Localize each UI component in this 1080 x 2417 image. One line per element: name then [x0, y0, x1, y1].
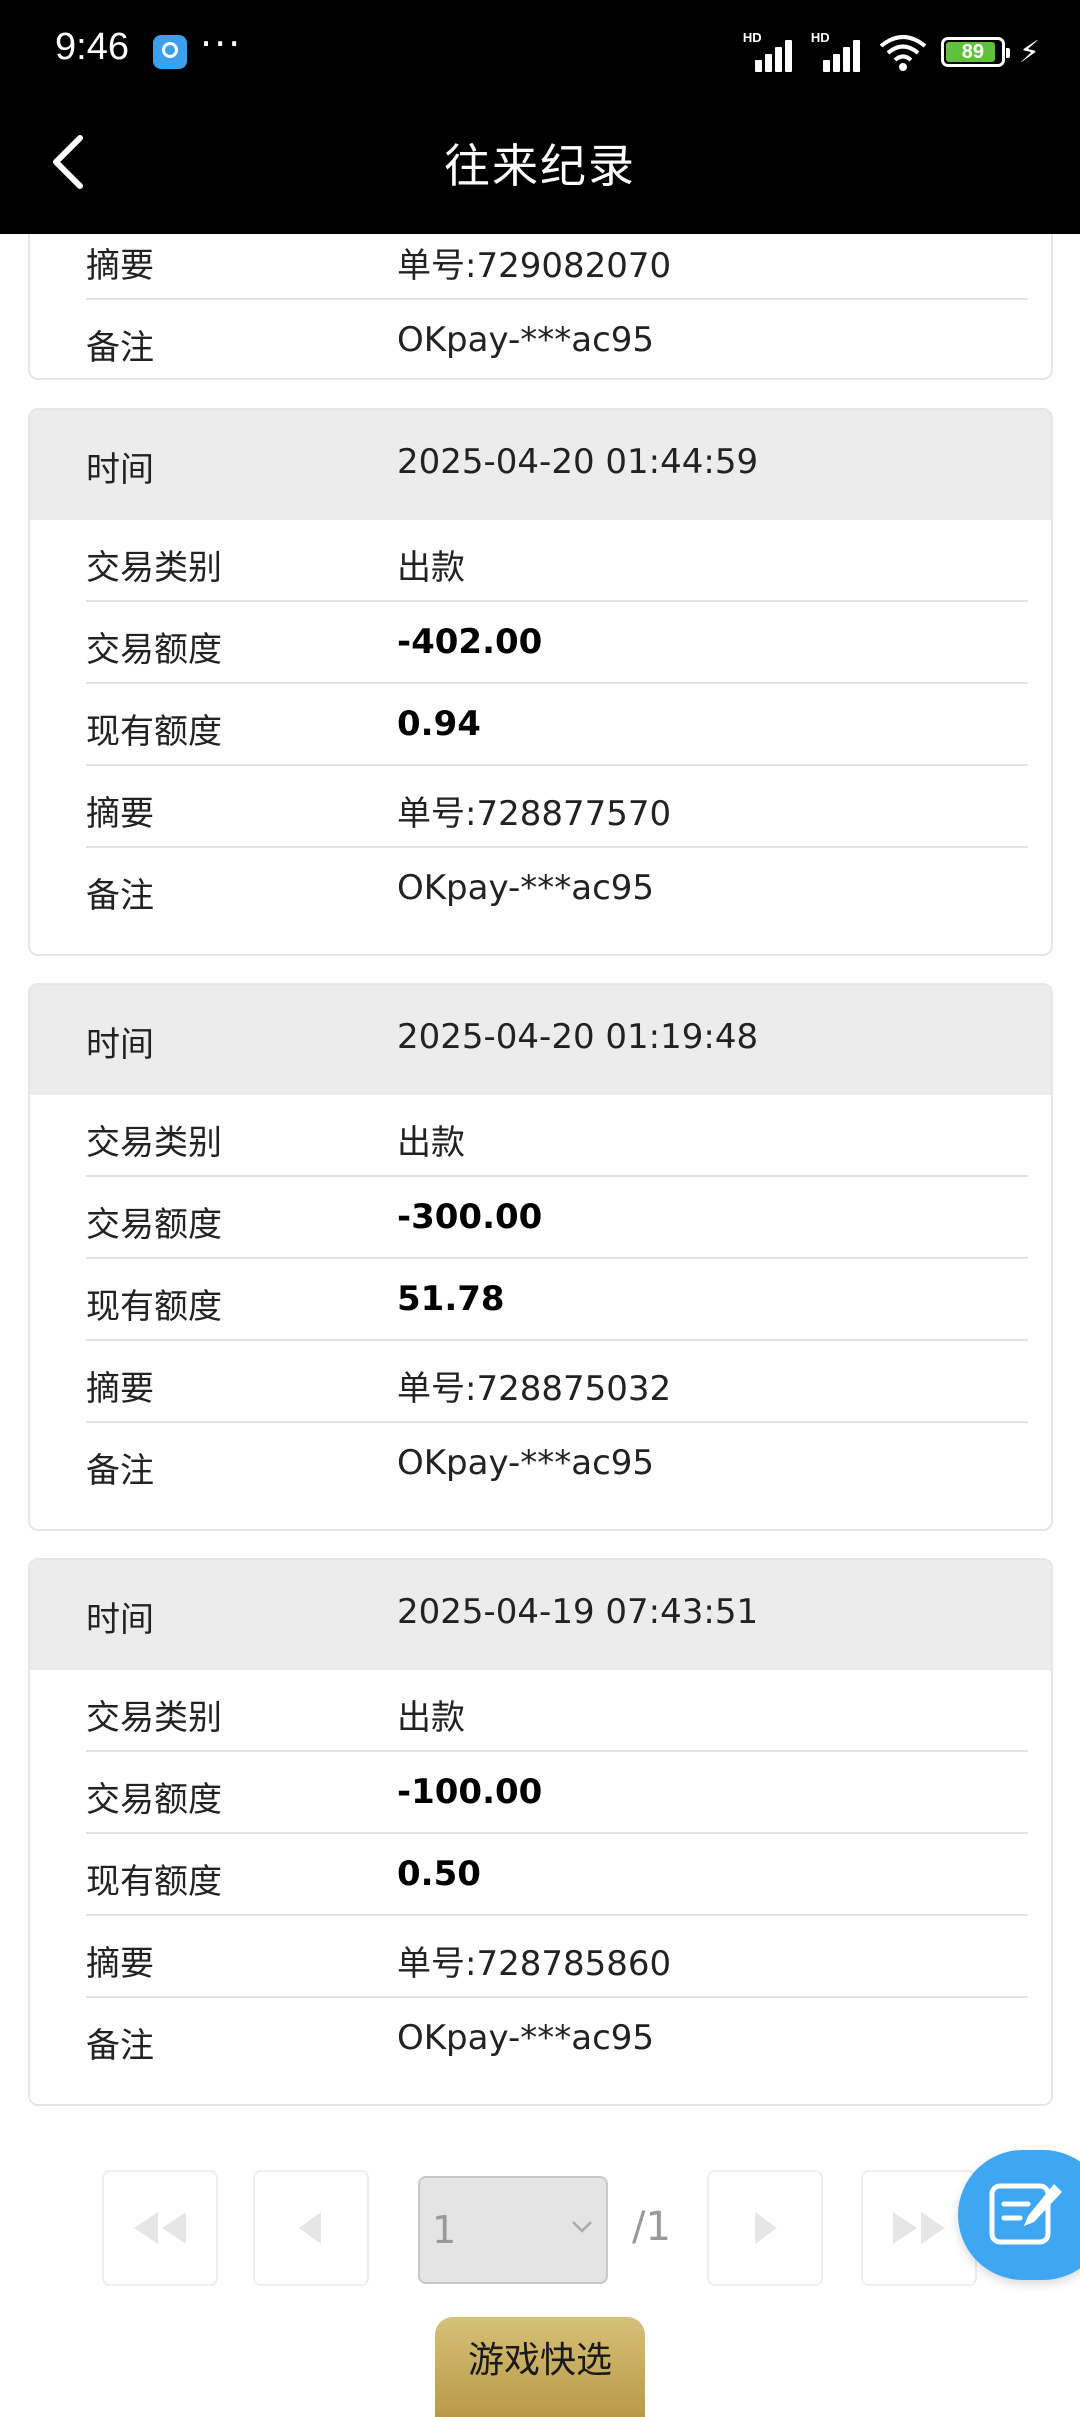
- record-time-row: 时间 2025-04-20 01:44:59: [30, 410, 1051, 520]
- note-value: OKpay-***ac95: [397, 1443, 655, 1483]
- page-title: 往来纪录: [444, 139, 636, 193]
- type-value: 出款: [397, 548, 465, 588]
- first-page-button[interactable]: [102, 2170, 218, 2286]
- balance-row: 现有额度 0.50: [30, 1834, 1051, 1916]
- summary-label: 摘要: [86, 794, 154, 834]
- game-quick-select-button[interactable]: 游戏快选: [435, 2317, 645, 2417]
- summary-value: 单号:728785860: [397, 1944, 672, 1984]
- record-card: 时间 2025-04-20 01:19:48 交易类别 出款 交易额度 -300…: [28, 983, 1053, 1531]
- summary-row: 摘要 单号:728785860: [30, 1916, 1051, 1998]
- status-icons: HD HD 89 ⚡: [743, 30, 1040, 74]
- balance-label: 现有额度: [86, 1862, 222, 1902]
- summary-label: 摘要: [86, 246, 154, 286]
- note-row: 备注 OKpay-***ac95: [30, 848, 1051, 930]
- amount-value: -100.00: [397, 1772, 543, 1812]
- note-row: 备注 OKpay-***ac95: [30, 1423, 1051, 1505]
- time-label: 时间: [86, 450, 154, 490]
- summary-label: 摘要: [86, 1369, 154, 1409]
- charging-icon: ⚡: [1018, 34, 1040, 70]
- type-row: 交易类别 出款: [30, 520, 1051, 602]
- record-card: 时间 2025-04-20 01:44:59 交易类别 出款 交易额度 -402…: [28, 408, 1053, 956]
- time-value: 2025-04-20 01:44:59: [397, 442, 759, 482]
- summary-value: 单号:729082070: [397, 246, 672, 286]
- signal-icon: HD: [742, 30, 797, 72]
- signal-type-label: HD: [810, 30, 830, 45]
- next-page-button[interactable]: [707, 2170, 823, 2286]
- type-row: 交易类别 出款: [30, 1670, 1051, 1752]
- edit-note-icon: [989, 2183, 1062, 2245]
- type-label: 交易类别: [86, 548, 222, 588]
- notification-app-icon: [153, 35, 187, 69]
- summary-label: 摘要: [86, 1944, 154, 1984]
- amount-row: 交易额度 -100.00: [30, 1752, 1051, 1834]
- note-label: 备注: [86, 2026, 154, 2066]
- amount-label: 交易额度: [86, 630, 222, 670]
- note-label: 备注: [86, 328, 154, 368]
- record-time-row: 时间 2025-04-19 07:43:51: [30, 1560, 1051, 1670]
- type-value: 出款: [397, 1123, 465, 1163]
- status-time: 9:46: [55, 26, 129, 68]
- type-value: 出款: [397, 1698, 465, 1738]
- chevron-down-icon: [572, 2221, 592, 2233]
- balance-value: 51.78: [397, 1279, 505, 1319]
- battery-icon: 89: [940, 37, 1010, 67]
- nav-header: 往来纪录: [0, 104, 1080, 234]
- double-chevron-left-icon: [134, 2212, 186, 2244]
- note-row: 备注 OKpay-***ac95: [30, 300, 1051, 378]
- record-time-row: 时间 2025-04-20 01:19:48: [30, 985, 1051, 1095]
- amount-row: 交易额度 -300.00: [30, 1177, 1051, 1259]
- amount-label: 交易额度: [86, 1780, 222, 1820]
- amount-row: 交易额度 -402.00: [30, 602, 1051, 684]
- balance-value: 0.50: [397, 1854, 481, 1894]
- amount-label: 交易额度: [86, 1205, 222, 1245]
- summary-row: 摘要 单号:728875032: [30, 1341, 1051, 1423]
- time-label: 时间: [86, 1600, 154, 1640]
- summary-value: 单号:728877570: [397, 794, 672, 834]
- battery-level: 89: [961, 40, 985, 63]
- double-chevron-right-icon: [893, 2212, 945, 2244]
- status-bar: 9:46 ··· HD HD 89 ⚡: [0, 0, 1080, 104]
- pagination: 1 /1: [0, 2170, 1080, 2290]
- time-label: 时间: [86, 1025, 154, 1065]
- balance-label: 现有额度: [86, 712, 222, 752]
- note-row: 备注 OKpay-***ac95: [30, 1998, 1051, 2080]
- page-select[interactable]: 1: [418, 2176, 608, 2284]
- edit-fab-button[interactable]: [958, 2150, 1080, 2280]
- note-label: 备注: [86, 1451, 154, 1491]
- chevron-right-icon: [755, 2212, 777, 2244]
- balance-value: 0.94: [397, 704, 481, 744]
- prev-page-button[interactable]: [253, 2170, 369, 2286]
- top-bar: 9:46 ··· HD HD 89 ⚡ 往来纪录: [0, 0, 1080, 234]
- record-card: 时间 2025-04-19 07:43:51 交易类别 出款 交易额度 -100…: [28, 1558, 1053, 2106]
- type-label: 交易类别: [86, 1698, 222, 1738]
- time-value: 2025-04-19 07:43:51: [397, 1592, 759, 1632]
- balance-row: 现有额度 0.94: [30, 684, 1051, 766]
- summary-row: 摘要 单号:728877570: [30, 766, 1051, 848]
- type-label: 交易类别: [86, 1123, 222, 1163]
- type-row: 交易类别 出款: [30, 1095, 1051, 1177]
- wifi-icon: [879, 35, 927, 71]
- balance-row: 现有额度 51.78: [30, 1259, 1051, 1341]
- signal-type-label: HD: [742, 30, 762, 45]
- note-value: OKpay-***ac95: [397, 868, 655, 908]
- amount-value: -300.00: [397, 1197, 543, 1237]
- note-value: OKpay-***ac95: [397, 2018, 655, 2058]
- summary-value: 单号:728875032: [397, 1369, 672, 1409]
- more-notifications-icon: ···: [200, 22, 243, 66]
- page-select-value: 1: [432, 2208, 457, 2252]
- signal-icon: HD: [810, 30, 865, 72]
- records-list: 摘要 单号:729082070 备注 OKpay-***ac95 时间 2025…: [0, 0, 1080, 2417]
- balance-label: 现有额度: [86, 1287, 222, 1327]
- chevron-left-icon: [299, 2212, 321, 2244]
- total-pages: /1: [632, 2204, 671, 2250]
- note-value: OKpay-***ac95: [397, 320, 655, 360]
- time-value: 2025-04-20 01:19:48: [397, 1017, 759, 1057]
- note-label: 备注: [86, 876, 154, 916]
- amount-value: -402.00: [397, 622, 543, 662]
